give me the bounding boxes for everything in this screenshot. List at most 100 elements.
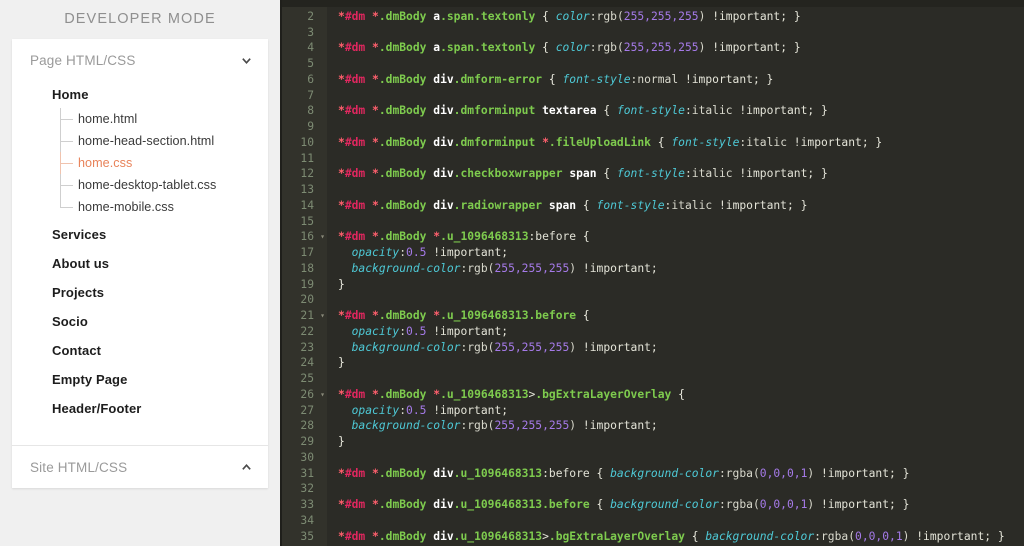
code-line[interactable]: 35 *#dm *.dmBody div.u_1096468313>.bgExtr… — [280, 528, 1024, 545]
page-nav-list: Services About us Projects Socio Contact… — [12, 220, 268, 423]
code-line[interactable]: 27 opacity:0.5 !important; — [280, 402, 1024, 419]
line-number: 30 — [280, 449, 318, 466]
code-line[interactable]: 9 — [280, 119, 1024, 135]
sidebar-item-contact[interactable]: Contact — [12, 336, 268, 365]
fold-spacer — [318, 371, 327, 387]
sidebar-item-socio[interactable]: Socio — [12, 307, 268, 336]
line-number: 11 — [280, 150, 318, 167]
code-line[interactable]: 26 ▾ *#dm *.dmBody *.u_1096468313>.bgExtra… — [280, 386, 1024, 403]
fold-spacer — [318, 402, 327, 419]
code-line[interactable]: 14 *#dm *.dmBody div.radiowrapper span { … — [280, 197, 1024, 214]
chevron-down-icon[interactable] — [241, 55, 252, 66]
code-editor[interactable]: 1 2 *#dm *.dmBody a.span.textonly { color:… — [280, 0, 1024, 546]
code-line[interactable]: 34 — [280, 512, 1024, 529]
fold-toggle-icon[interactable]: ▾ — [318, 386, 327, 403]
line-number: 1 — [280, 0, 318, 9]
line-number: 28 — [280, 418, 318, 434]
fold-toggle-icon[interactable]: ▾ — [318, 229, 327, 245]
page-group-home: Home home.html home-head-section.html ho… — [12, 81, 268, 220]
list-item[interactable]: home-desktop-tablet.css — [12, 174, 268, 196]
code-line-text — [327, 481, 338, 497]
code-line[interactable]: 1 — [280, 0, 1024, 9]
code-line[interactable]: 8 *#dm *.dmBody div.dmforminput textarea … — [280, 103, 1024, 119]
code-line[interactable]: 18 background-color:rgb(255,255,255) !im… — [280, 260, 1024, 277]
sidebar-item-projects[interactable]: Projects — [12, 278, 268, 307]
code-line[interactable]: 19} — [280, 276, 1024, 293]
code-line-text: *#dm *.dmBody *.u_1096468313:before { — [338, 230, 590, 244]
code-scroll-area[interactable]: 1 2 *#dm *.dmBody a.span.textonly { color:… — [280, 0, 1024, 546]
code-line[interactable]: 5 — [280, 56, 1024, 72]
code-line[interactable]: 11 — [280, 150, 1024, 167]
fold-spacer — [318, 528, 327, 545]
code-line-text: background-color:rgb(255,255,255) !impor… — [351, 261, 658, 275]
sidebar-item-header-footer[interactable]: Header/Footer — [12, 394, 268, 423]
line-number: 29 — [280, 434, 318, 450]
code-line[interactable]: 28 background-color:rgb(255,255,255) !im… — [280, 418, 1024, 434]
code-line-text: opacity:0.5 !important; — [351, 403, 509, 417]
line-number: 9 — [280, 119, 318, 135]
fold-spacer — [318, 339, 327, 356]
list-item[interactable]: home.html — [12, 108, 268, 130]
fold-spacer — [318, 213, 327, 230]
sidebar-item-about-us[interactable]: About us — [12, 249, 268, 278]
fold-spacer — [318, 276, 327, 293]
code-line[interactable]: 16 ▾ *#dm *.dmBody *.u_1096468313:before { — [280, 229, 1024, 245]
code-line[interactable]: 24} — [280, 355, 1024, 371]
code-line[interactable]: 31 *#dm *.dmBody div.u_1096468313:before … — [280, 465, 1024, 482]
code-line[interactable]: 17 opacity:0.5 !important; — [280, 245, 1024, 261]
code-line[interactable]: 33 *#dm *.dmBody div.u_1096468313.before … — [280, 497, 1024, 513]
page-node-home[interactable]: Home — [12, 81, 268, 108]
code-line-text — [327, 450, 338, 466]
site-html-css-panel-header[interactable]: Site HTML/CSS — [12, 446, 268, 488]
code-line[interactable]: 15 — [280, 213, 1024, 230]
chevron-up-icon[interactable] — [241, 462, 252, 473]
code-line[interactable]: 30 — [280, 449, 1024, 466]
code-line[interactable]: 23 background-color:rgb(255,255,255) !im… — [280, 339, 1024, 356]
code-line[interactable]: 6 *#dm *.dmBody div.dmform-error { font-s… — [280, 71, 1024, 88]
sidebar: DEVELOPER MODE Page HTML/CSS Home home.h… — [0, 0, 280, 546]
sidebar-item-services[interactable]: Services — [12, 220, 268, 249]
line-number: 19 — [280, 276, 318, 293]
sidebar-item-empty-page[interactable]: Empty Page — [12, 365, 268, 394]
code-line[interactable]: 2 *#dm *.dmBody a.span.textonly { color:r… — [280, 8, 1024, 25]
fold-spacer — [318, 434, 327, 450]
code-line[interactable]: 25 — [280, 371, 1024, 387]
code-line-text: *#dm *.dmBody div.u_1096468313>.bgExtraL… — [338, 529, 1005, 543]
code-line-text: opacity:0.5 !important; — [351, 324, 509, 338]
code-line[interactable]: 21 ▾ *#dm *.dmBody *.u_1096468313.before { — [280, 308, 1024, 324]
fold-spacer — [318, 481, 327, 497]
list-item[interactable]: home.css — [12, 152, 268, 174]
code-line[interactable]: 29} — [280, 434, 1024, 450]
fold-spacer — [318, 150, 327, 167]
code-line-text: background-color:rgb(255,255,255) !impor… — [351, 340, 658, 354]
fold-spacer — [318, 119, 327, 135]
line-number: 27 — [280, 402, 318, 419]
line-number: 16 — [280, 229, 318, 245]
code-line[interactable]: 3 — [280, 24, 1024, 41]
fold-spacer — [318, 355, 327, 371]
editor-left-rule — [280, 0, 282, 546]
code-line-text — [327, 88, 338, 104]
line-number: 7 — [280, 87, 318, 104]
code-line-text: *#dm *.dmBody div.checkboxwrapper span {… — [338, 167, 828, 181]
fold-spacer — [318, 197, 327, 214]
line-number: 2 — [280, 8, 318, 25]
page-html-css-panel-header[interactable]: Page HTML/CSS — [12, 39, 268, 81]
list-item[interactable]: home-head-section.html — [12, 130, 268, 152]
code-line[interactable]: 4 *#dm *.dmBody a.span.textonly { color:r… — [280, 40, 1024, 56]
code-line[interactable]: 10 *#dm *.dmBody div.dmforminput *.fileUp… — [280, 134, 1024, 151]
line-number: 22 — [280, 323, 318, 340]
fold-toggle-icon[interactable]: ▾ — [318, 308, 327, 324]
code-line[interactable]: 12 *#dm *.dmBody div.checkboxwrapper span… — [280, 166, 1024, 182]
line-number: 4 — [280, 40, 318, 56]
fold-spacer — [318, 103, 327, 119]
code-line[interactable]: 22 opacity:0.5 !important; — [280, 323, 1024, 340]
line-number: 5 — [280, 56, 318, 72]
code-line[interactable]: 13 — [280, 182, 1024, 198]
code-line-text: *#dm *.dmBody div.radiowrapper span { fo… — [338, 198, 808, 212]
code-line[interactable]: 7 — [280, 87, 1024, 104]
line-number: 10 — [280, 134, 318, 151]
code-line[interactable]: 20 — [280, 292, 1024, 308]
list-item[interactable]: home-mobile.css — [12, 196, 268, 218]
code-line[interactable]: 32 — [280, 481, 1024, 497]
